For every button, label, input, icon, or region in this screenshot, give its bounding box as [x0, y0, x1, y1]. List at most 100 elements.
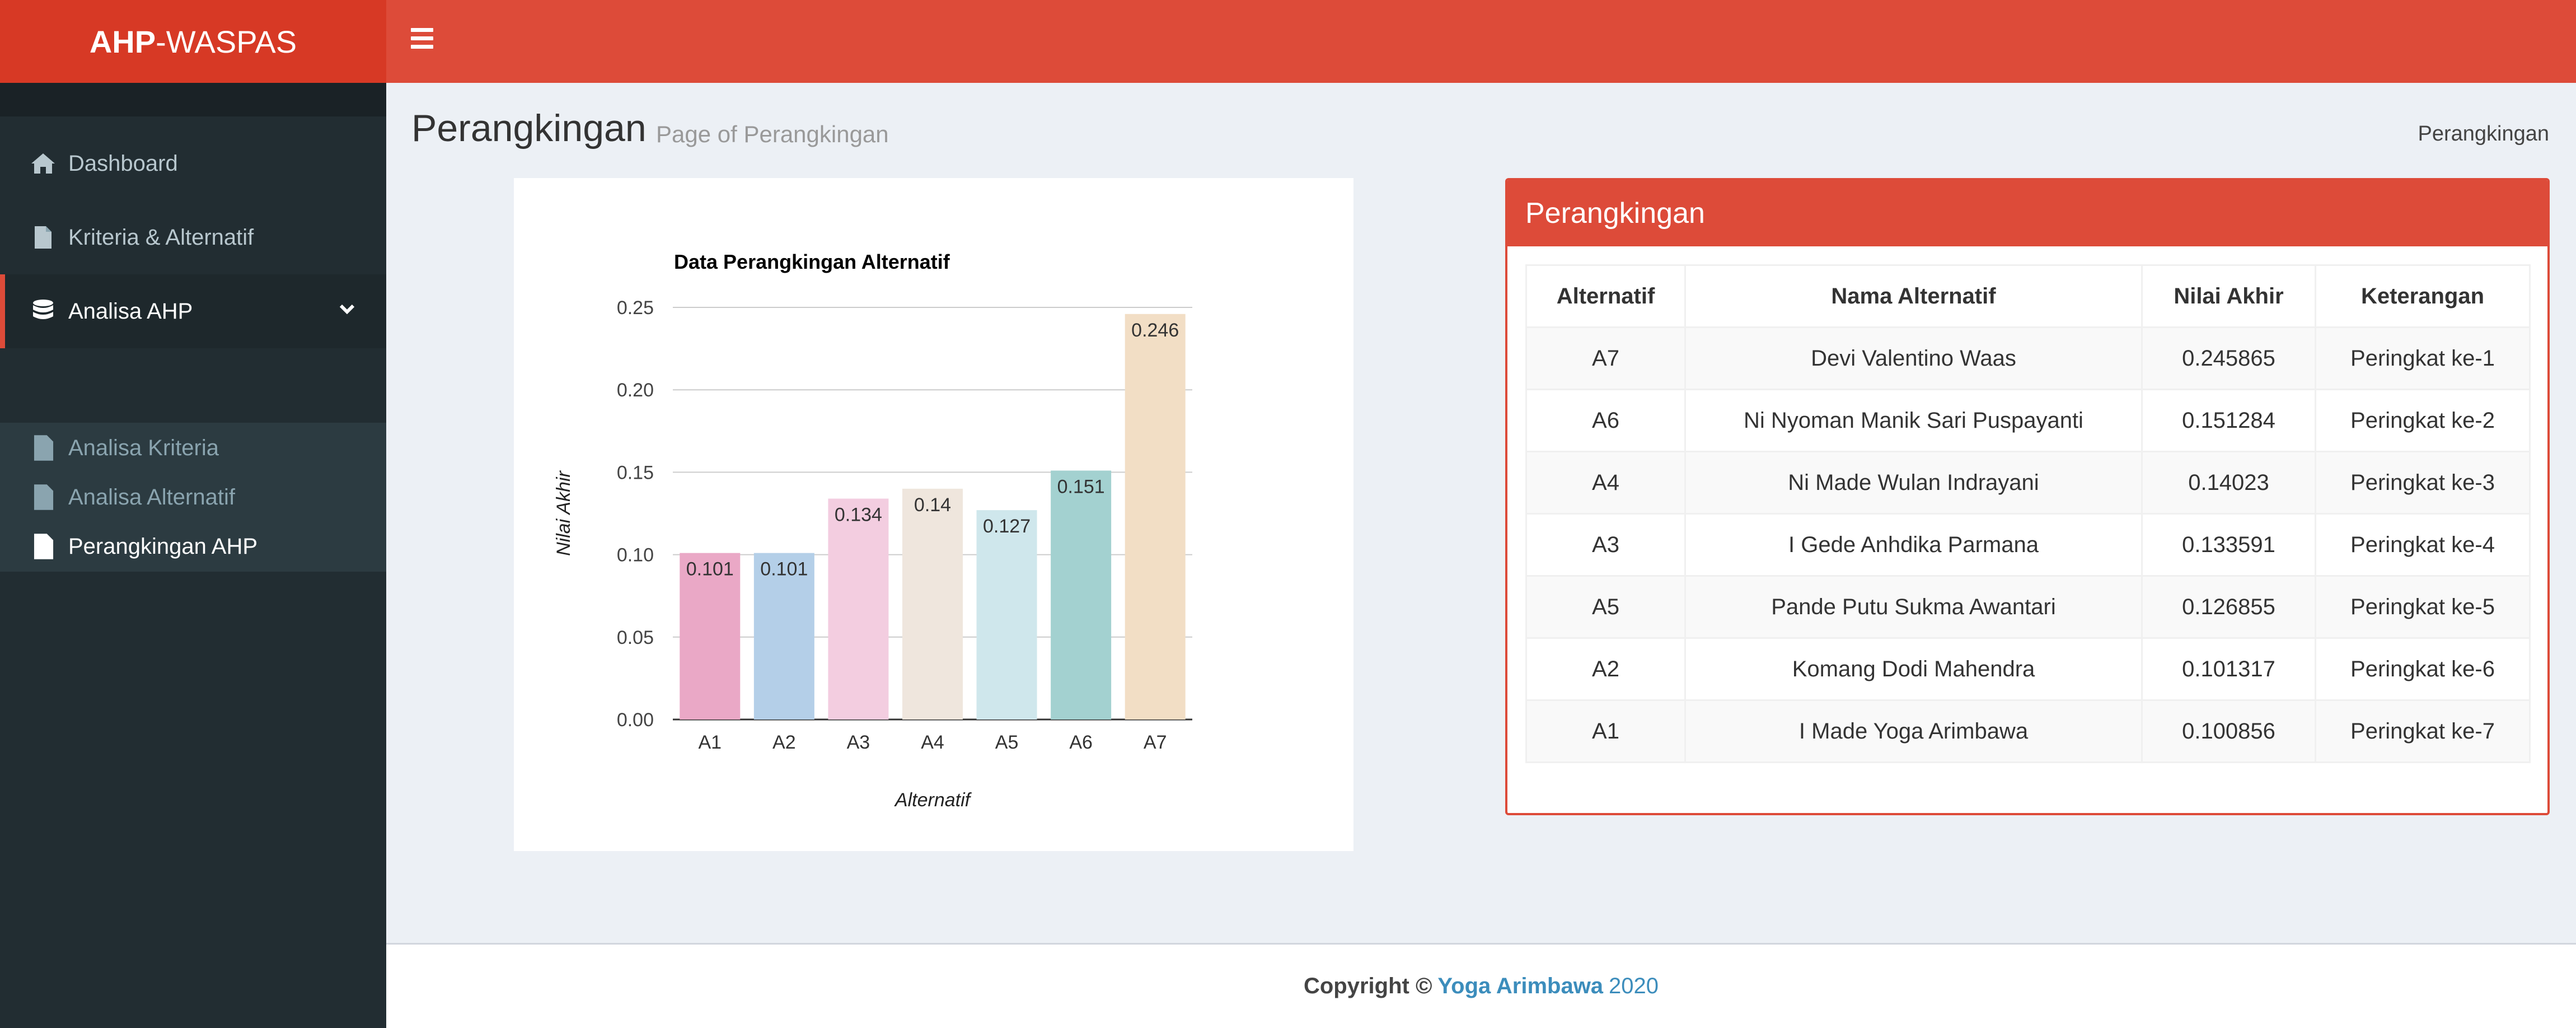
y-tick-label: 0.15 [617, 462, 654, 483]
sidebar: Dashboard Kriteria & Alternatif Analisa … [0, 83, 386, 1028]
cell: Peringkat ke-1 [2315, 326, 2531, 390]
data-label: 0.151 [1057, 476, 1105, 497]
x-tick-label: A6 [1069, 732, 1093, 753]
author-link[interactable]: Yoga Arimbawa [1437, 974, 1603, 999]
cell: Peringkat ke-2 [2315, 389, 2531, 452]
sidebar-item-dashboard[interactable]: Dashboard [0, 127, 386, 200]
cell: I Gede Anhdika Parmana [1684, 513, 2143, 577]
cell: A3 [1525, 513, 1686, 577]
bar [1051, 470, 1112, 719]
file-icon [34, 435, 54, 461]
file-icon [28, 222, 58, 253]
bar [828, 498, 889, 719]
bar [976, 510, 1037, 719]
col-header: Nama Alternatif [1684, 264, 2143, 328]
cell: Peringkat ke-7 [2315, 699, 2531, 763]
home-icon [28, 148, 58, 179]
bar [1125, 314, 1186, 719]
file-icon [34, 534, 54, 559]
sidebar-subitem-label: Perangkingan AHP [68, 534, 258, 559]
y-axis-label: Nilai Akhir [553, 470, 574, 555]
hamburger-icon[interactable] [411, 28, 433, 55]
cell: 0.101317 [2141, 637, 2316, 701]
cell: Komang Dodi Mahendra [1684, 637, 2143, 701]
sidebar-user-panel [0, 83, 386, 116]
y-tick-label: 0.25 [617, 297, 654, 319]
data-label: 0.127 [983, 516, 1031, 537]
chart-title: Data Perangkingan Alternatif [674, 250, 950, 273]
cell: Peringkat ke-6 [2315, 637, 2531, 701]
sidebar-subitem-analisa-kriteria[interactable]: Analisa Kriteria [0, 423, 386, 473]
table-row: A3 I Gede Anhdika Parmana 0.133591 Peringka… [1525, 513, 2531, 577]
cell: A7 [1525, 326, 1686, 390]
sidebar-item-label: Kriteria & Alternatif [68, 225, 254, 250]
cell: 0.14023 [2141, 451, 2316, 515]
x-tick-label: A1 [698, 732, 722, 753]
x-axis-label: Alternatif [894, 789, 972, 811]
sidebar-item-analisa-ahp[interactable]: Analisa AHP [0, 274, 386, 348]
table-row: A2 Komang Dodi Mahendra 0.101317 Peringkat … [1525, 637, 2531, 701]
y-tick-label: 0.20 [617, 380, 654, 401]
col-header: Alternatif [1525, 264, 1686, 328]
page-subtitle: Page of Perangkingan [656, 121, 889, 147]
cell: I Made Yoga Arimbawa [1684, 699, 2143, 763]
table-row: A4 Ni Made Wulan Indrayani 0.14023 Peringka… [1525, 451, 2531, 515]
x-tick-label: A2 [772, 732, 796, 753]
sidebar-subitem-label: Analisa Kriteria [68, 435, 219, 460]
cell: A2 [1525, 637, 1686, 701]
cell: Ni Made Wulan Indrayani [1684, 451, 2143, 515]
x-tick-label: A4 [921, 732, 944, 753]
sidebar-subitem-analisa-alternatif[interactable]: Analisa Alternatif [0, 472, 386, 522]
chart-panel: Data Perangkingan Alternatif 0.00 0.05 0.10… [514, 178, 1353, 851]
app-logo[interactable]: AHP -WASPAS [0, 0, 386, 83]
sidebar-item-label: Dashboard [68, 151, 178, 176]
panel-title: Perangkingan [1507, 180, 2547, 246]
col-header: Nilai Akhir [2141, 264, 2316, 328]
bar-chart: Data Perangkingan Alternatif 0.00 0.05 0.10… [553, 250, 1192, 811]
cell: 0.133591 [2141, 513, 2316, 577]
sidebar-item-label: Analisa AHP [68, 298, 193, 324]
cell: A4 [1525, 451, 1686, 515]
sidebar-subitem-perangkingan-ahp[interactable]: Perangkingan AHP [0, 521, 386, 572]
data-label: 0.246 [1131, 320, 1179, 341]
cell: Devi Valentino Waas [1684, 326, 2143, 390]
top-navbar [386, 0, 2576, 83]
copyright-text: Copyright © [1303, 974, 1432, 998]
y-tick-label: 0.05 [617, 627, 654, 648]
sidebar-submenu: Analisa Kriteria Analisa Alternatif Pera… [0, 423, 386, 572]
cell: Peringkat ke-4 [2315, 513, 2531, 577]
table-row: A1 I Made Yoga Arimbawa 0.100856 Peringkat … [1525, 699, 2531, 763]
cell: A1 [1525, 699, 1686, 763]
file-icon [34, 484, 54, 510]
cell: 0.126855 [2141, 575, 2316, 639]
cell: 0.245865 [2141, 326, 2316, 390]
y-tick-label: 0.00 [617, 709, 654, 731]
logo-bold: AHP [89, 24, 156, 59]
x-tick-label: A5 [995, 732, 1019, 753]
breadcrumb[interactable]: Perangkingan [2418, 122, 2549, 146]
x-tick-label: A3 [847, 732, 870, 753]
table-row: A5 Pande Putu Sukma Awantari 0.126855 Perin… [1525, 575, 2531, 639]
bar [902, 488, 963, 719]
col-header: Keterangan [2315, 264, 2531, 328]
copyright-year: 2020 [1609, 974, 1659, 998]
table-row: A7 Devi Valentino Waas 0.245865 Peringkat k… [1525, 326, 2531, 390]
data-label: 0.101 [686, 559, 734, 580]
cell: Peringkat ke-5 [2315, 575, 2531, 639]
cell: Ni Nyoman Manik Sari Puspayanti [1684, 389, 2143, 452]
ranking-panel: Perangkingan Alternatif Nama Alternatif … [1505, 178, 2550, 815]
page-title: Perangkingan [411, 107, 647, 149]
sidebar-item-kriteria-alternatif[interactable]: Kriteria & Alternatif [0, 200, 386, 274]
data-label: 0.134 [835, 504, 882, 526]
cell: A5 [1525, 575, 1686, 639]
data-label: 0.101 [760, 559, 808, 580]
y-tick-label: 0.10 [617, 545, 654, 566]
x-tick-label: A7 [1144, 732, 1167, 753]
cell: Peringkat ke-3 [2315, 451, 2531, 515]
ranking-table: Alternatif Nama Alternatif Nilai Akhir K… [1525, 264, 2531, 763]
sidebar-subitem-label: Analisa Alternatif [68, 484, 235, 510]
chevron-down-icon[interactable] [339, 301, 355, 317]
cell: A6 [1525, 389, 1686, 452]
table-header-row: Alternatif Nama Alternatif Nilai Akhir K… [1525, 264, 2531, 328]
cell: Pande Putu Sukma Awantari [1684, 575, 2143, 639]
